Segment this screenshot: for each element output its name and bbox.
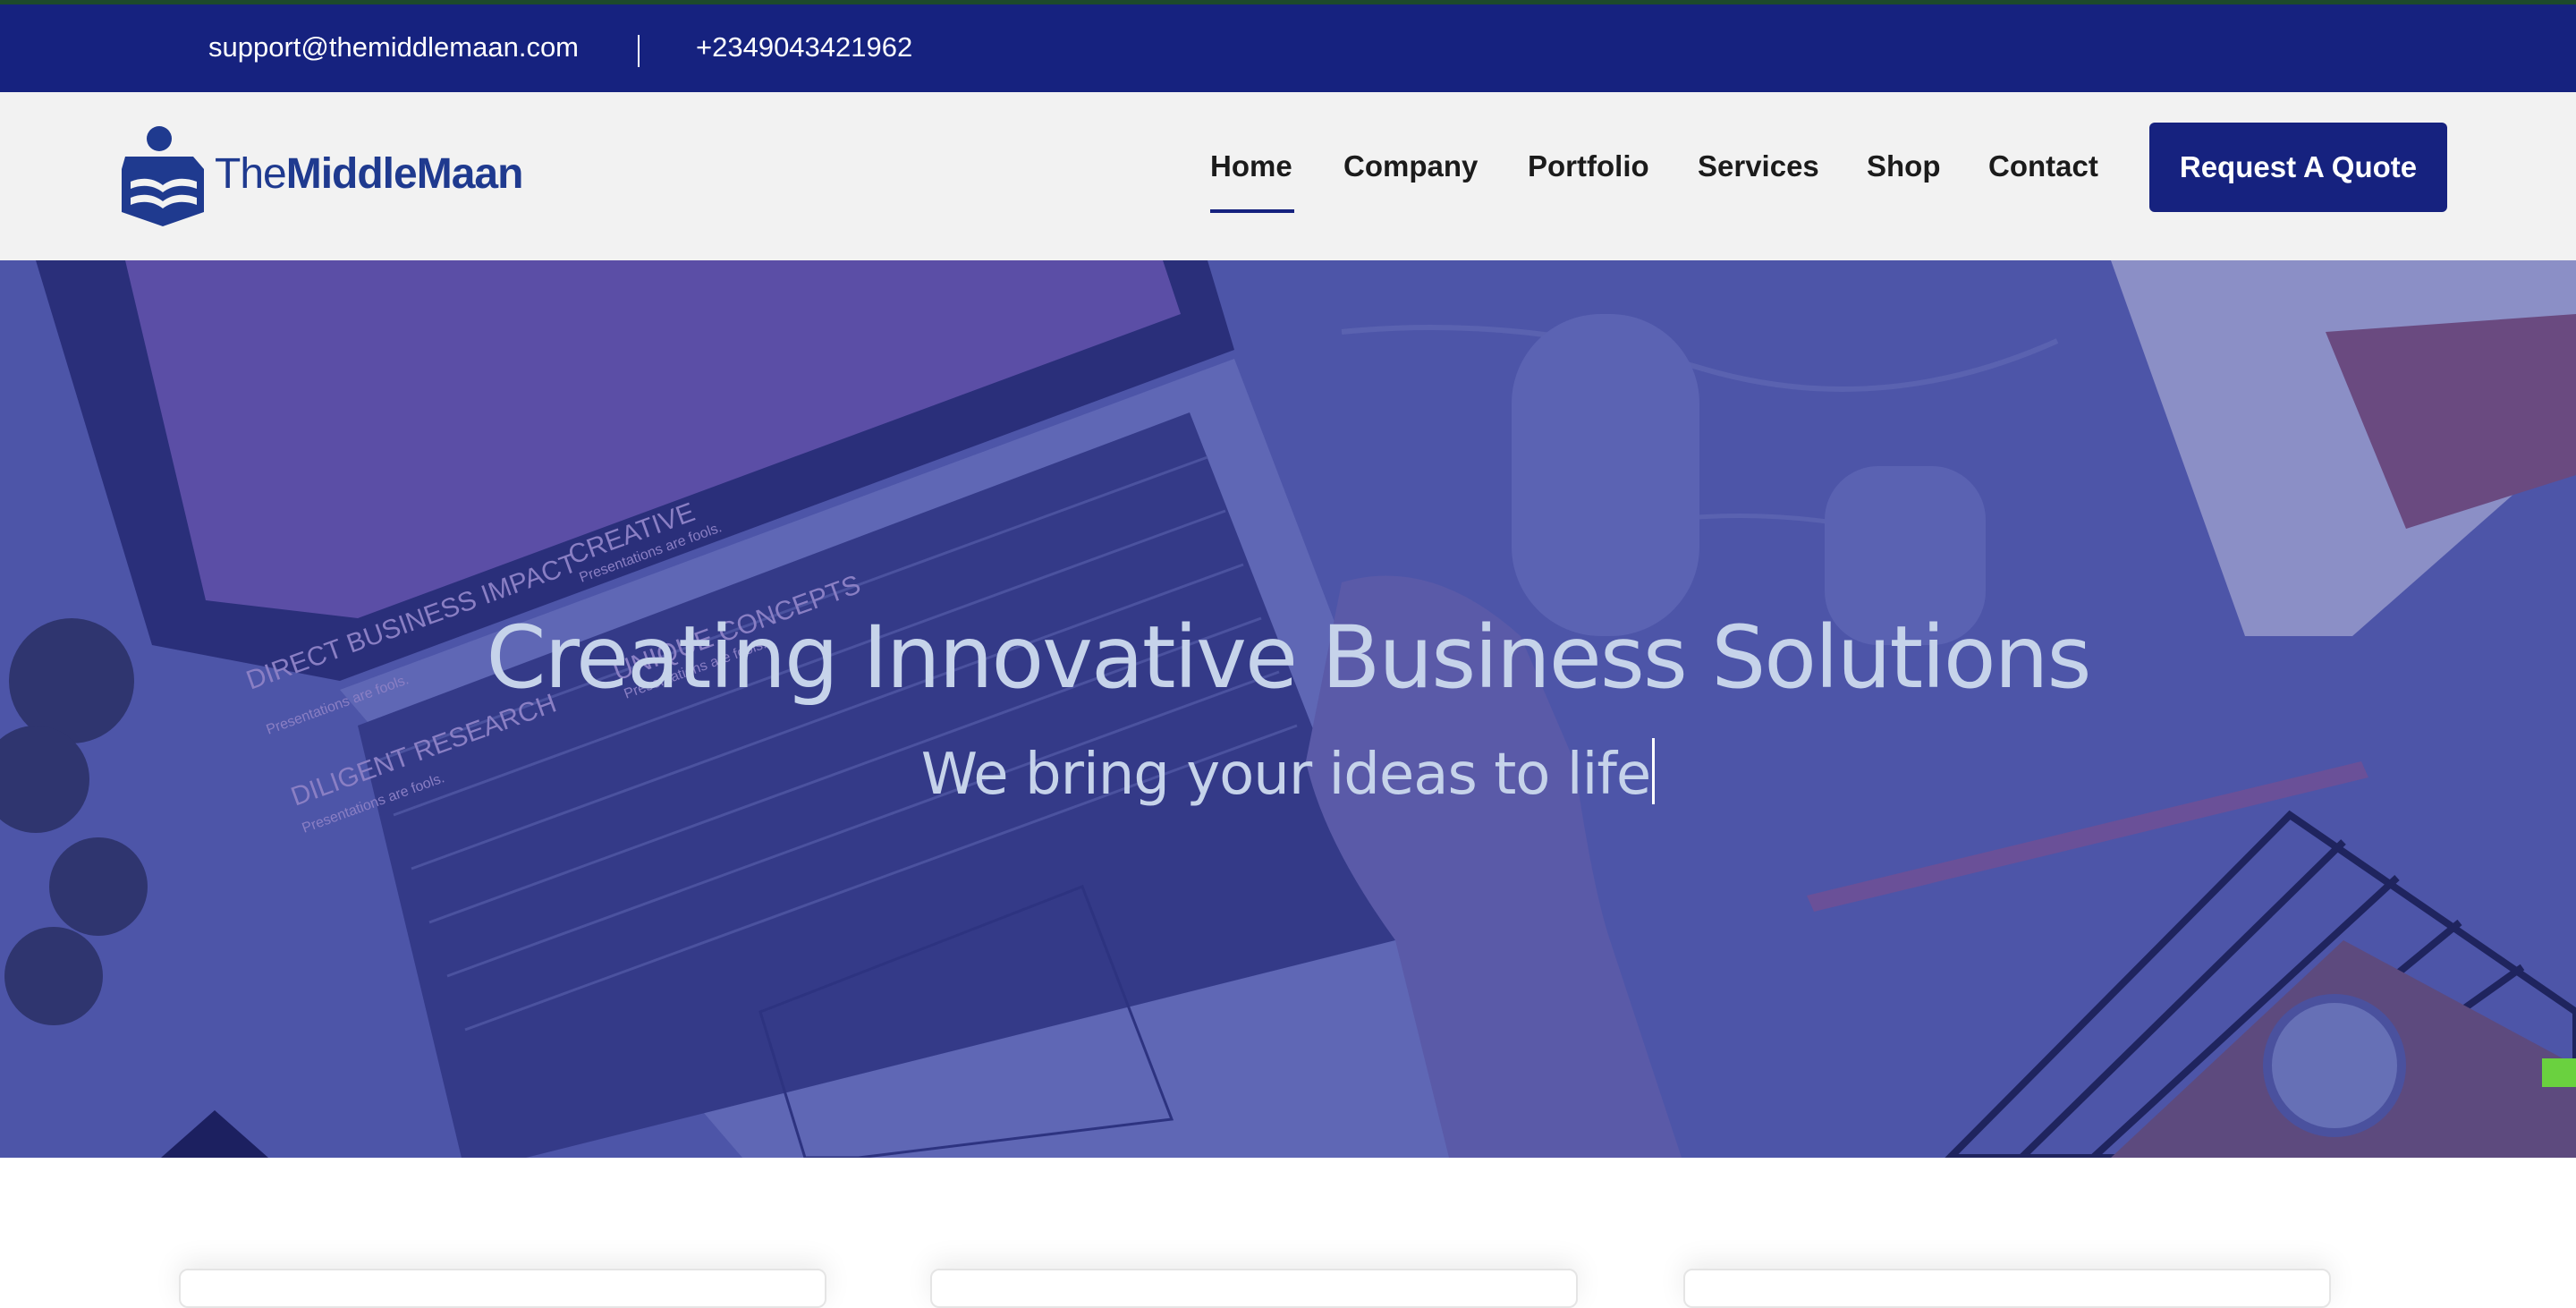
nav-shop[interactable]: Shop xyxy=(1867,149,1940,183)
service-card-2[interactable] xyxy=(930,1269,1578,1308)
brand-wordmark: TheMiddleMaan xyxy=(215,149,524,199)
service-card-1[interactable] xyxy=(179,1269,826,1308)
hero-subtitle: We bring your ideas to life xyxy=(920,742,1651,808)
nav-portfolio[interactable]: Portfolio xyxy=(1528,149,1649,183)
nav-services[interactable]: Services xyxy=(1698,149,1819,183)
topbar-divider xyxy=(638,35,640,67)
service-card-3[interactable] xyxy=(1683,1269,2331,1308)
hero-subtitle-wrap: We bring your ideas to life xyxy=(0,738,2576,808)
services-cards-row xyxy=(0,1158,2576,1308)
support-phone-link[interactable]: +2349043421962 xyxy=(696,31,912,64)
hero-title: Creating Innovative Business Solutions xyxy=(486,607,2092,708)
nav-home[interactable]: Home xyxy=(1210,149,1292,183)
handshake-logo-icon xyxy=(122,126,204,226)
nav-company[interactable]: Company xyxy=(1343,149,1478,183)
hero-background-image: DIRECT BUSINESS IMPACTPresentations are … xyxy=(0,260,2576,1158)
nav-active-indicator xyxy=(1210,209,1294,213)
hero-banner: DIRECT BUSINESS IMPACT Presentations are … xyxy=(0,260,2576,1158)
side-tab[interactable] xyxy=(2542,1058,2576,1087)
brand-name-bold: MiddleMaan xyxy=(285,150,524,198)
brand-logo[interactable]: TheMiddleMaan xyxy=(122,126,523,228)
nav-contact[interactable]: Contact xyxy=(1988,149,2098,183)
request-quote-button[interactable]: Request A Quote xyxy=(2149,123,2447,212)
contact-topbar: support@themiddlemaan.com +2349043421962 xyxy=(0,4,2576,92)
typing-caret xyxy=(1652,738,1656,804)
main-navbar: TheMiddleMaan Home Company Portfolio Ser… xyxy=(0,92,2576,260)
brand-name-light: The xyxy=(215,150,287,198)
support-email-link[interactable]: support@themiddlemaan.com xyxy=(208,31,579,64)
